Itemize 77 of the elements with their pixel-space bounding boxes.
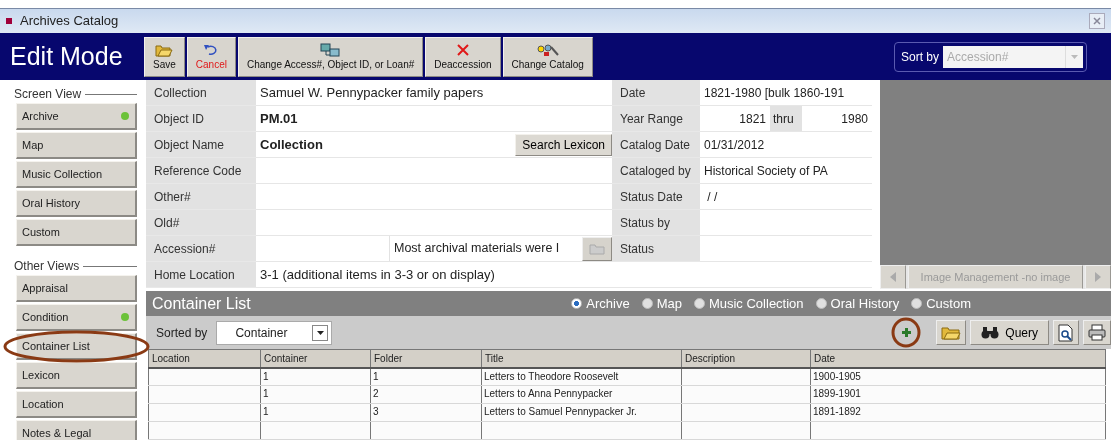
field-label: Status xyxy=(612,236,700,262)
column-header[interactable]: Container xyxy=(260,349,371,368)
section-title: Container List xyxy=(152,293,251,314)
sidebar-item[interactable]: Lexicon xyxy=(16,362,137,389)
column-header[interactable]: Description xyxy=(681,349,811,368)
window-title: Archives Catalog xyxy=(20,12,119,31)
left-arrow-icon xyxy=(889,272,897,282)
folder-icon xyxy=(589,242,605,255)
field-label: Cataloged by xyxy=(612,158,700,184)
save-button[interactable]: Save xyxy=(144,36,185,77)
search-lexicon-button[interactable]: Search Lexicon xyxy=(515,133,612,156)
app-icon xyxy=(6,18,12,24)
sidebar-item[interactable]: Archive xyxy=(16,103,137,130)
section-label: Other Views xyxy=(14,258,137,274)
field-label: Collection xyxy=(146,80,256,106)
field-label: Status Date xyxy=(612,184,700,210)
close-button[interactable] xyxy=(1089,13,1105,29)
sidebar-item[interactable]: Custom xyxy=(16,219,137,246)
field-label: Status by xyxy=(612,210,700,236)
column-header[interactable]: Title xyxy=(481,349,682,368)
change-catalog-button[interactable]: Change Catalog xyxy=(502,36,593,77)
change-id-button[interactable]: Change Access#, Object ID, or Loan# xyxy=(237,36,424,77)
radio-option[interactable]: Music Collection xyxy=(693,293,804,314)
folder-button[interactable] xyxy=(582,236,612,261)
field-label: Object Name xyxy=(146,132,256,158)
field-value: Collection xyxy=(260,135,323,154)
radio-option[interactable]: Map xyxy=(641,293,682,314)
print-preview-button[interactable] xyxy=(1053,320,1079,345)
sort-dropdown[interactable]: Container xyxy=(216,320,333,345)
next-button[interactable] xyxy=(1085,265,1111,289)
folder-icon xyxy=(941,325,962,340)
field-label: Year Range xyxy=(612,106,700,132)
radio-option[interactable]: Archive xyxy=(571,293,630,314)
column-header[interactable]: Location xyxy=(148,349,261,368)
binoculars-icon xyxy=(981,326,1000,339)
sort-label: Sort by xyxy=(901,48,939,66)
document-search-icon xyxy=(1058,323,1074,342)
close-icon xyxy=(455,41,470,57)
field-label: Other# xyxy=(146,184,256,210)
caret-icon xyxy=(316,330,324,335)
sidebar-item[interactable]: Notes & Legal xyxy=(16,420,137,440)
field-label: Old# xyxy=(146,210,256,236)
sort-label: Sorted by xyxy=(156,324,208,342)
caret-icon xyxy=(1071,54,1078,59)
sidebar-item[interactable]: Music Collection xyxy=(16,161,137,188)
field-note: Most archival materials were I xyxy=(393,240,561,258)
column-header[interactable]: Folder xyxy=(370,349,482,368)
field-label: Catalog Date xyxy=(612,132,700,158)
open-folder-button[interactable] xyxy=(936,320,967,345)
computers-icon xyxy=(319,41,342,57)
query-button[interactable]: Query xyxy=(970,320,1049,345)
field-label: Date xyxy=(612,80,700,106)
deaccession-button[interactable]: Deaccession xyxy=(425,36,501,77)
section-label: Screen View xyxy=(14,86,137,102)
range-label: thru xyxy=(770,106,802,131)
sidebar-item[interactable]: Location xyxy=(16,391,137,418)
printer-icon xyxy=(1088,324,1106,341)
field-label: Home Location xyxy=(146,262,256,288)
mode-title: Edit Mode xyxy=(9,40,124,72)
radio-option[interactable]: Custom xyxy=(911,293,971,314)
plus-icon xyxy=(900,327,912,338)
field-label: Reference Code xyxy=(146,158,256,184)
sidebar-item[interactable]: Condition xyxy=(16,304,137,331)
field-label: Accession# xyxy=(146,236,256,262)
sidebar-item[interactable]: Appraisal xyxy=(16,275,137,302)
radio-option[interactable]: Oral History xyxy=(815,293,900,314)
shapes-icon xyxy=(535,41,560,57)
sidebar-item[interactable]: Oral History xyxy=(16,190,137,217)
print-button[interactable] xyxy=(1083,320,1111,345)
previous-button[interactable] xyxy=(880,265,906,289)
close-icon xyxy=(1092,16,1102,26)
field-value: 1980 xyxy=(840,110,869,128)
sidebar-item[interactable]: Map xyxy=(16,132,137,159)
field-value: 1821 xyxy=(738,110,767,128)
column-header[interactable]: Date xyxy=(810,349,1106,368)
right-arrow-icon xyxy=(1094,272,1102,282)
field-label: Object ID xyxy=(146,106,256,132)
